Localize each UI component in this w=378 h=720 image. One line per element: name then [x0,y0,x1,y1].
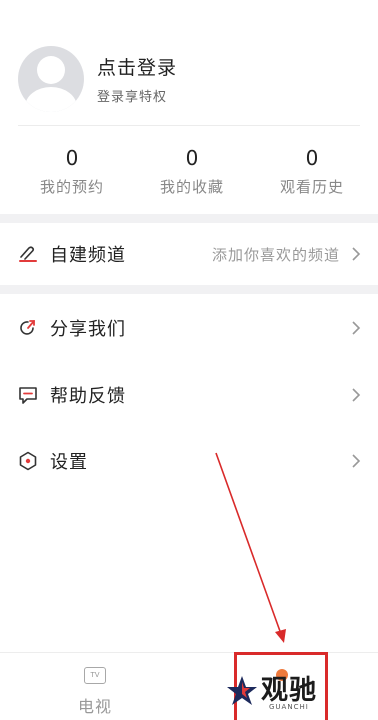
profile-header[interactable]: 点击登录 登录享特权 [0,0,378,126]
section-separator [0,285,378,294]
menu-item-share[interactable]: 分享我们 [0,297,378,359]
stat-label: 我的预约 [39,178,104,196]
feedback-icon [19,387,37,404]
avatar[interactable] [18,46,84,112]
stat-label: 观看历史 [279,178,344,196]
share-icon [20,320,35,335]
tab-tv-label: 电视 [77,697,112,716]
tv-icon: TV [84,667,106,684]
pen-icon [19,246,37,262]
divider [18,125,360,126]
tab-tv[interactable]: TV 电视 [70,667,120,717]
chevron-right-icon [352,247,361,261]
chevron-right-icon [352,454,361,468]
chevron-right-icon [352,388,361,402]
menu-item-settings[interactable]: 设置 [0,430,378,492]
stat-favorites[interactable]: 0 我的收藏 [132,146,252,197]
menu-item-label: 分享我们 [50,319,126,340]
avatar-body-shape [25,87,77,112]
login-title[interactable]: 点击登录 [97,53,177,80]
watermark-text: 观驰 [261,675,317,706]
stat-value: 0 [185,146,199,170]
avatar-head-shape [37,56,65,84]
stat-reservations[interactable]: 0 我的预约 [12,146,132,197]
custom-channel-hint: 添加你喜欢的频道 [211,246,340,264]
menu-item-label: 帮助反馈 [50,386,126,407]
chevron-right-icon [352,321,361,335]
stat-history[interactable]: 0 观看历史 [252,146,372,197]
custom-channel-label: 自建频道 [50,245,126,266]
settings-icon [19,451,37,471]
login-subtitle: 登录享特权 [97,90,168,105]
stats-row: 0 我的预约 0 我的收藏 0 观看历史 [0,146,378,202]
menu-item-feedback[interactable]: 帮助反馈 [0,364,378,426]
stat-value: 0 [65,146,79,170]
watermark-logo: 观驰 GUANCHI [225,668,375,718]
menu-item-label: 设置 [50,452,88,473]
section-separator [0,214,378,223]
watermark-subtext: GUANCHI [269,703,309,711]
stat-value: 0 [305,146,319,170]
custom-channel-row[interactable]: 自建频道 添加你喜欢的频道 [0,223,378,285]
stat-label: 我的收藏 [159,178,224,196]
star-logo-icon [227,676,257,705]
